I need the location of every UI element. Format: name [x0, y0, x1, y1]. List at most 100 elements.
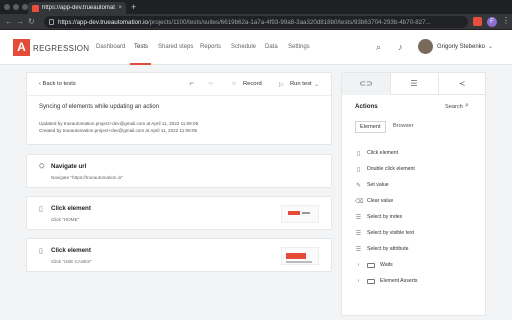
- action-label: Click element: [367, 150, 399, 156]
- nav-shared-steps[interactable]: Shared steps: [158, 44, 193, 50]
- step-card[interactable]: ▯ Click element Click "USE CASES": [26, 238, 332, 272]
- window-close-dot[interactable]: [4, 4, 10, 10]
- actions-list: ▯ Click element ▯ Double click element ✎ Se…: [355, 145, 480, 289]
- url-text: https://app-dev.trueautomation.io/projec…: [58, 19, 431, 26]
- search-icon[interactable]: ⌕: [376, 42, 381, 53]
- active-nav-indicator: [130, 63, 151, 65]
- reload-icon[interactable]: ↻: [28, 17, 35, 26]
- action-label: Set value: [367, 182, 389, 188]
- extension-icon[interactable]: [473, 17, 482, 26]
- nav-dashboard[interactable]: Dashboard: [96, 44, 125, 50]
- favicon-icon: [32, 4, 39, 12]
- user-name[interactable]: Grigoriy Stebenko: [437, 44, 485, 50]
- nav-settings[interactable]: Settings: [288, 44, 310, 50]
- step-title: Navigate url: [51, 163, 87, 170]
- app-header: A REGRESSION Dashboard Tests Shared step…: [0, 30, 512, 65]
- nav-data[interactable]: Data: [265, 44, 278, 50]
- action-set-value[interactable]: ✎ Set value: [355, 177, 480, 193]
- url-host: https://app-dev.trueautomation.io: [58, 18, 149, 26]
- action-label: Double click element: [367, 166, 415, 172]
- select-icon: ☰: [355, 214, 362, 221]
- tab-share-icon[interactable]: ≺: [438, 73, 486, 95]
- folder-label: Waits: [380, 262, 393, 268]
- window-minimize-dot[interactable]: [13, 4, 19, 10]
- play-icon[interactable]: ▷: [279, 81, 284, 88]
- step-description: Navigate "https://trueautomation.io": [51, 175, 123, 180]
- browser-tab-bar: https://app-dev.trueautomation.io... × +: [0, 0, 512, 14]
- back-label: Back to tests: [42, 81, 76, 87]
- created-by-text: Created by trueautomation.project+dev@gm…: [39, 128, 198, 133]
- action-double-click-element[interactable]: ▯ Double click element: [355, 161, 480, 177]
- user-avatar[interactable]: [418, 39, 433, 54]
- browser-toolbar: ← → ↻ https://app-dev.trueautomation.io/…: [0, 14, 512, 30]
- folder-waits[interactable]: › Waits: [355, 257, 480, 273]
- test-title[interactable]: Syncing of elements while updating an ac…: [39, 104, 159, 110]
- test-info-card: ‹ Back to tests ↶ ↷ ○ Record ▷ Run test …: [26, 72, 332, 145]
- profile-avatar-icon[interactable]: F: [487, 17, 497, 27]
- actions-heading: Actions: [355, 103, 378, 110]
- record-button[interactable]: Record: [243, 81, 262, 87]
- folder-icon: [367, 262, 375, 268]
- thumbnail-text: [286, 261, 312, 263]
- back-arrow-icon[interactable]: ←: [5, 17, 13, 26]
- browser-tab[interactable]: https://app-dev.trueautomation.io... ×: [28, 2, 126, 14]
- step-title: Click element: [51, 205, 91, 212]
- notification-bell-icon[interactable]: ♪: [398, 42, 403, 52]
- redo-icon[interactable]: ↷: [208, 81, 213, 88]
- lock-icon: [49, 19, 54, 25]
- navigate-url-icon: ⛭: [39, 163, 45, 170]
- run-test-button[interactable]: Run test: [290, 81, 312, 87]
- step-card[interactable]: ⛭ Navigate url Navigate "https://trueaut…: [26, 154, 332, 188]
- tab-actions-icon[interactable]: ⊂⊃: [342, 73, 390, 95]
- folder-element-asserts[interactable]: › Element Asserts: [355, 273, 480, 289]
- subtab-element[interactable]: Element: [355, 121, 386, 133]
- nav-tests[interactable]: Tests: [134, 44, 148, 50]
- folder-icon: [367, 278, 375, 284]
- nav-reports[interactable]: Reports: [200, 44, 221, 50]
- select-icon: ☰: [355, 246, 362, 253]
- tab-title: https://app-dev.trueautomation.io...: [42, 5, 115, 11]
- eraser-icon: ⌫: [355, 198, 364, 205]
- search-icon[interactable]: ⌕: [465, 102, 469, 110]
- tab-list-icon[interactable]: ☰: [390, 73, 438, 95]
- action-click-element[interactable]: ▯ Click element: [355, 145, 480, 161]
- divider: [27, 95, 331, 96]
- element-screenshot-thumbnail[interactable]: [281, 247, 319, 265]
- action-label: Select by index: [367, 214, 403, 220]
- step-card[interactable]: ▯ Click element Click "HOME": [26, 196, 332, 230]
- folder-label: Element Asserts: [380, 278, 418, 284]
- mouse-icon: ▯: [356, 166, 361, 173]
- back-to-tests-link[interactable]: ‹ Back to tests: [39, 81, 76, 87]
- action-select-by-index[interactable]: ☰ Select by index: [355, 209, 480, 225]
- browser-menu-icon[interactable]: ⋮: [502, 16, 510, 25]
- step-title: Click element: [51, 247, 91, 254]
- updated-by-text: Updated by trueautomation.project+dev@gm…: [39, 121, 199, 126]
- mouse-click-icon: ▯: [39, 206, 43, 213]
- action-clear-value[interactable]: ⌫ Clear value: [355, 193, 480, 209]
- edit-icon: ✎: [355, 182, 362, 189]
- url-path: /projects/1100/tests/suites/6619b62a-1a7…: [148, 18, 431, 26]
- action-select-by-visible-text[interactable]: ☰ Select by visible text: [355, 225, 480, 241]
- run-options-chevron-icon[interactable]: ⌄: [314, 81, 319, 88]
- logo-icon[interactable]: A: [13, 39, 30, 56]
- nav-schedule[interactable]: Schedule: [231, 44, 256, 50]
- step-description: Click "HOME": [51, 217, 80, 222]
- window-controls[interactable]: [4, 4, 28, 10]
- action-select-by-attribute[interactable]: ☰ Select by attribute: [355, 241, 480, 257]
- subtab-browser[interactable]: Browser: [393, 123, 414, 129]
- thumbnail-text: [302, 212, 310, 214]
- chevron-right-icon: ›: [357, 278, 360, 284]
- record-circle-icon[interactable]: ○: [232, 81, 236, 87]
- step-description: Click "USE CASES": [51, 259, 92, 264]
- chevron-down-icon[interactable]: ⌄: [488, 43, 493, 50]
- new-tab-button[interactable]: +: [131, 3, 136, 12]
- address-bar[interactable]: https://app-dev.trueautomation.io/projec…: [44, 16, 468, 28]
- forward-arrow-icon[interactable]: →: [16, 17, 24, 26]
- element-screenshot-thumbnail[interactable]: [281, 205, 319, 223]
- undo-icon[interactable]: ↶: [189, 81, 194, 88]
- search-label[interactable]: Search: [445, 104, 463, 110]
- thumbnail-highlight: [286, 253, 306, 259]
- action-label: Clear value: [367, 198, 394, 204]
- action-label: Select by attribute: [367, 246, 409, 252]
- tab-close-icon[interactable]: ×: [118, 5, 122, 11]
